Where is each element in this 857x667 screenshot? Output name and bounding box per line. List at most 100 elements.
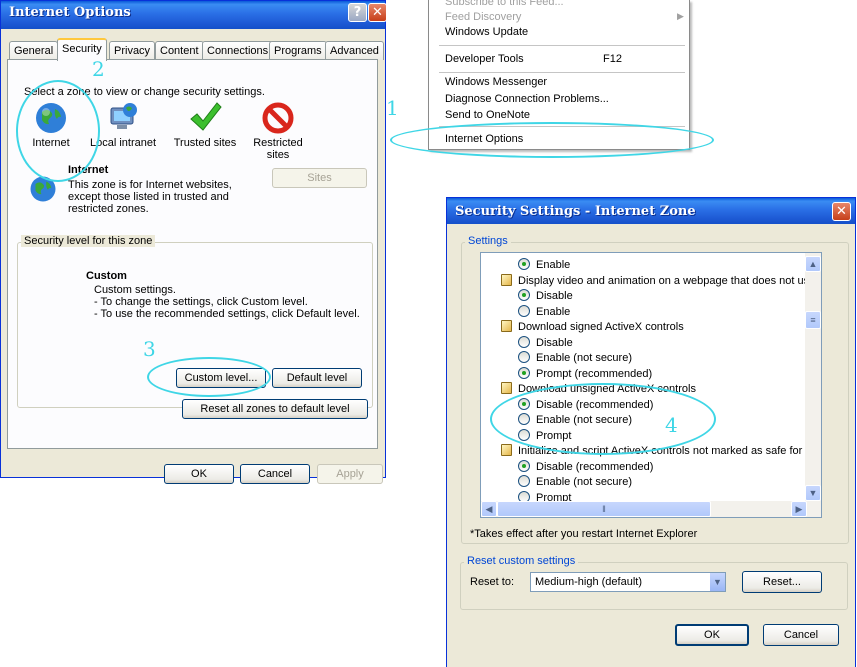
zone-description: This zone is for Internet websites, exce… — [68, 179, 232, 215]
menu-item-diagnose-connection[interactable]: Diagnose Connection Problems... — [445, 93, 609, 105]
zone-restricted-sites[interactable]: Restricted sites — [246, 100, 310, 161]
radio-unchecked-icon — [518, 475, 530, 487]
setting-label: Enable (not secure) — [536, 352, 632, 364]
apply-button[interactable]: Apply — [317, 464, 383, 484]
security-settings-titlebar[interactable]: Security Settings - Internet Zone ✕ — [447, 198, 855, 224]
annotation-circle-unsigned-activex — [490, 383, 716, 455]
menu-item-feed-discovery[interactable]: Feed Discovery — [445, 11, 521, 23]
level-name: Custom — [86, 270, 127, 282]
menu-item-subscribe-feed[interactable]: Subscribe to this Feed... — [445, 0, 564, 8]
reset-to-label: Reset to: — [470, 576, 515, 588]
setting-radio-option[interactable]: Disable (recommended) — [518, 459, 653, 475]
setting-label: Prompt (recommended) — [536, 367, 653, 380]
sites-button[interactable]: Sites — [272, 168, 367, 188]
menu-separator — [439, 45, 685, 46]
scroll-down-icon[interactable]: ▼ — [805, 485, 821, 501]
scroll-up-icon[interactable]: ▲ — [805, 256, 821, 272]
setting-label: Disable — [536, 290, 573, 302]
chevron-down-icon[interactable]: ▼ — [709, 573, 725, 591]
setting-radio-option[interactable]: Enable (not secure) — [518, 474, 632, 490]
default-level-button[interactable]: Default level — [272, 368, 362, 388]
restart-note: *Takes effect after you restart Internet… — [470, 528, 698, 540]
setting-radio-option[interactable]: Enable — [518, 304, 570, 320]
zone-trusted-sites[interactable]: Trusted sites — [170, 100, 240, 149]
tab-privacy[interactable]: Privacy — [109, 41, 156, 60]
checkmark-icon — [190, 102, 222, 131]
reset-custom-label: Reset custom settings — [464, 555, 579, 567]
computer-globe-icon — [110, 103, 137, 129]
horizontal-scrollbar[interactable]: ◀ ‖ ▶ — [481, 501, 821, 517]
tab-security[interactable]: Security — [57, 38, 107, 61]
radio-checked-icon — [518, 459, 530, 472]
setting-label: Enable — [536, 305, 571, 318]
menu-item-windows-update[interactable]: Windows Update — [445, 26, 528, 38]
setting-icon — [501, 273, 512, 286]
submenu-arrow-icon: ▶ — [677, 11, 684, 21]
annotation-number-1: 1 — [386, 96, 399, 120]
menu-shortcut-f12: F12 — [603, 53, 622, 65]
tab-connections[interactable]: Connections — [202, 41, 274, 60]
tab-general[interactable]: General — [9, 41, 59, 60]
level-desc-2: - To change the settings, click Custom l… — [94, 296, 308, 308]
setting-icon — [501, 444, 512, 456]
setting-radio-option[interactable]: Enable — [518, 257, 570, 273]
scroll-thumb[interactable]: ≡ — [805, 311, 821, 329]
vertical-scrollbar[interactable]: ▲ ≡ ▼ — [805, 253, 821, 503]
cancel-button[interactable]: Cancel — [240, 464, 310, 484]
dialog-title: Security Settings - Internet Zone — [455, 204, 696, 219]
setting-icon — [501, 320, 512, 332]
reset-to-select[interactable]: Medium-high (default) ▼ — [530, 572, 726, 592]
zone-label-restricted-sites: Restricted sites — [253, 137, 303, 161]
radio-checked-icon — [518, 258, 530, 270]
setting-icon — [501, 382, 512, 394]
menu-item-windows-messenger[interactable]: Windows Messenger — [445, 76, 547, 88]
annotation-circle-custom-level — [147, 357, 271, 397]
level-desc-3: - To use the recommended settings, click… — [94, 308, 360, 320]
close-icon[interactable]: ✕ — [832, 202, 851, 221]
settings-ok-button[interactable]: OK — [675, 624, 749, 646]
security-settings-list[interactable]: Enable Display video and animation on a w… — [480, 252, 822, 518]
zone-label-trusted-sites: Trusted sites — [173, 137, 237, 149]
scroll-thumb[interactable]: ‖ — [497, 501, 711, 517]
no-entry-icon — [262, 102, 294, 134]
tab-content[interactable]: Content — [155, 41, 204, 60]
help-icon[interactable]: ? — [348, 3, 367, 22]
setting-radio-option[interactable]: Enable (not secure) — [518, 350, 632, 366]
radio-unchecked-icon — [518, 351, 530, 363]
menu-separator — [439, 72, 685, 73]
ok-button[interactable]: OK — [164, 464, 234, 484]
annotation-circle-internet-options-menu — [390, 122, 714, 158]
radio-unchecked-icon — [518, 335, 530, 348]
settings-group-label: Settings — [465, 235, 511, 247]
radio-checked-icon — [518, 366, 530, 379]
security-level-label: Security level for this zone — [21, 235, 156, 247]
annotation-circle-internet-zone — [16, 80, 100, 182]
annotation-number-4: 4 — [665, 413, 678, 437]
setting-label: Enable — [536, 259, 571, 271]
setting-label: Disable — [536, 336, 573, 349]
scroll-left-icon[interactable]: ◀ — [481, 501, 497, 517]
close-icon[interactable]: ✕ — [368, 3, 387, 22]
internet-options-dialog: Internet Options ? ✕ General Security Pr… — [0, 0, 387, 484]
internet-options-titlebar[interactable]: Internet Options ? ✕ — [1, 1, 387, 29]
setting-radio-option[interactable]: Prompt (recommended) — [518, 366, 652, 382]
scroll-right-icon[interactable]: ▶ — [791, 501, 807, 517]
tab-programs[interactable]: Programs — [269, 41, 327, 60]
setting-radio-option[interactable]: Disable — [518, 335, 573, 351]
setting-radio-option[interactable]: Disable — [518, 288, 573, 304]
setting-header: Download signed ActiveX controls — [501, 319, 684, 335]
setting-label: Disable (recommended) — [536, 460, 654, 473]
radio-unchecked-icon — [518, 304, 530, 317]
reset-all-zones-button[interactable]: Reset all zones to default level — [182, 399, 368, 419]
setting-label: Enable (not secure) — [536, 476, 632, 488]
settings-cancel-button[interactable]: Cancel — [763, 624, 839, 646]
setting-header: Display video and animation on a webpage… — [501, 273, 815, 289]
menu-item-developer-tools[interactable]: Developer Tools — [445, 53, 524, 65]
tab-advanced[interactable]: Advanced — [325, 41, 384, 60]
reset-button[interactable]: Reset... — [742, 571, 822, 593]
setting-label: Display video and animation on a webpage… — [518, 274, 816, 287]
menu-item-send-to-onenote[interactable]: Send to OneNote — [445, 109, 530, 121]
setting-label: Download signed ActiveX controls — [518, 321, 684, 333]
reset-to-value: Medium-high (default) — [535, 576, 642, 588]
annotation-number-3: 3 — [143, 337, 156, 361]
